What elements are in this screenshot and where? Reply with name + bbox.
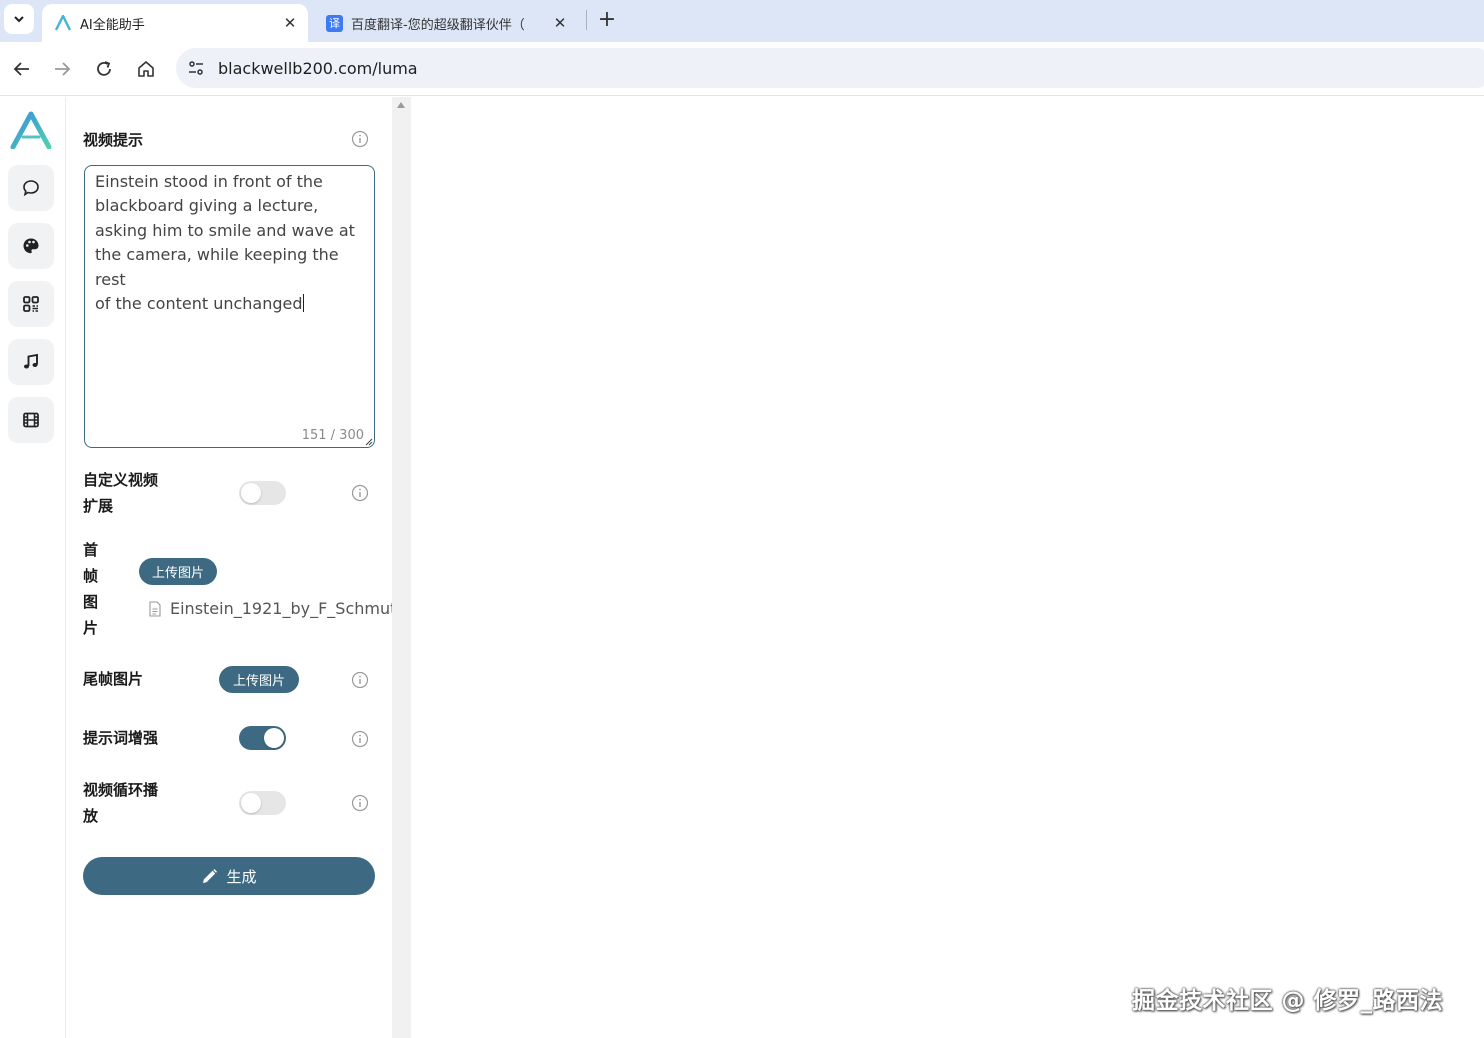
apps-icon (23, 296, 39, 312)
info-icon[interactable] (351, 730, 369, 748)
prompt-text: Einstein stood in front of the blackboar… (95, 172, 355, 314)
forward-button[interactable] (48, 55, 76, 83)
app-root: 视频提示 Einstein stood in front of the blac… (0, 97, 1484, 1038)
info-icon[interactable] (351, 130, 369, 148)
close-icon[interactable]: ✕ (550, 14, 570, 32)
url-text: blackwellb200.com/luma (218, 59, 418, 78)
palette-icon (23, 238, 39, 254)
address-bar[interactable]: blackwellb200.com/luma (176, 48, 1484, 88)
pencil-icon (203, 868, 218, 883)
char-counter: 151 / 300 (301, 428, 364, 443)
custom-extend-toggle[interactable] (239, 481, 286, 505)
last-frame-upload-button[interactable]: 上传图片 (219, 666, 300, 693)
custom-extend-label-line: 自定义视频 (83, 471, 159, 489)
tab-title: AI全能助手 (80, 17, 145, 33)
toggle-knob (241, 793, 261, 813)
chevron-down-icon (14, 16, 24, 23)
tab-ai-assistant[interactable]: AI全能助手 ✕ (42, 4, 308, 42)
arrow-left-icon (13, 62, 29, 76)
info-icon[interactable] (351, 794, 369, 812)
document-icon (149, 600, 161, 617)
video-loop-label-line: 视频循环播 (83, 781, 159, 799)
generate-label: 生成 (226, 867, 257, 886)
video-loop-label-line: 放 (83, 807, 99, 825)
info-icon[interactable] (351, 671, 369, 689)
tab-bar: AI全能助手 ✕ 译 百度翻译-您的超级翻译伙伴（ ✕ + (0, 0, 1484, 42)
arrow-right-icon (55, 62, 71, 76)
site-settings-icon[interactable] (186, 58, 206, 78)
prompt-textarea[interactable]: Einstein stood in front of the blackboar… (84, 165, 375, 448)
scroll-up-arrow-icon[interactable] (397, 102, 405, 108)
prompt-label: 视频提示 (83, 131, 144, 149)
first-frame-upload-button[interactable]: 上传图片 (139, 558, 218, 585)
icon-sidebar (0, 97, 66, 1038)
first-frame-label: 首 帧 图 片 (83, 537, 98, 641)
translate-favicon-icon: 译 (326, 14, 343, 32)
film-icon (23, 412, 39, 428)
info-icon[interactable] (351, 484, 369, 502)
reload-button[interactable] (90, 55, 118, 83)
close-icon[interactable]: ✕ (280, 14, 300, 32)
back-button[interactable] (8, 55, 36, 83)
custom-extend-label-line: 扩展 (83, 497, 114, 515)
panel-scrollbar[interactable] (392, 97, 411, 1038)
video-loop-toggle[interactable] (239, 791, 286, 815)
music-icon (24, 353, 38, 369)
prompt-enhance-toggle[interactable] (239, 726, 286, 750)
home-button[interactable] (132, 55, 160, 83)
rail-chat-button[interactable] (8, 165, 54, 211)
app-logo-icon[interactable] (10, 111, 52, 149)
chat-icon (23, 180, 39, 197)
new-tab-button[interactable]: + (594, 6, 620, 32)
tab-divider (586, 10, 587, 30)
resize-handle-icon[interactable] (365, 438, 373, 446)
watermark: 掘金技术社区 @ 修罗_路西法 (1132, 988, 1444, 1014)
first-frame-file[interactable]: Einstein_1921_by_F_Schmutz (148, 599, 405, 618)
browser-toolbar: blackwellb200.com/luma (0, 42, 1484, 96)
prompt-enhance-label: 提示词增强 (83, 729, 159, 747)
first-frame-label-char: 图 (83, 593, 99, 611)
tab-baidu-translate[interactable]: 译 百度翻译-您的超级翻译伙伴（ ✕ (318, 4, 578, 42)
generate-button[interactable]: 生成 (83, 857, 375, 895)
first-frame-label-char: 片 (83, 619, 99, 637)
reload-icon (97, 61, 111, 76)
text-caret (302, 294, 304, 313)
first-frame-label-char: 首 (83, 541, 99, 559)
rail-video-button[interactable] (8, 397, 54, 443)
home-icon (138, 61, 154, 77)
rail-music-button[interactable] (8, 339, 54, 385)
toggle-knob (241, 483, 261, 503)
rail-palette-button[interactable] (8, 223, 54, 269)
app-logo-icon (54, 14, 72, 32)
tab-search-button[interactable] (4, 4, 34, 34)
custom-extend-label: 自定义视频 扩展 (83, 467, 158, 519)
video-loop-label: 视频循环播 放 (83, 777, 158, 829)
video-settings-panel: 视频提示 Einstein stood in front of the blac… (66, 97, 405, 1038)
toggle-knob (264, 728, 284, 748)
rail-apps-button[interactable] (8, 281, 54, 327)
tab-title: 百度翻译-您的超级翻译伙伴（ (351, 17, 525, 33)
first-frame-label-char: 帧 (83, 567, 99, 585)
last-frame-label: 尾帧图片 (83, 670, 144, 688)
file-name: Einstein_1921_by_F_Schmutz (170, 599, 405, 618)
